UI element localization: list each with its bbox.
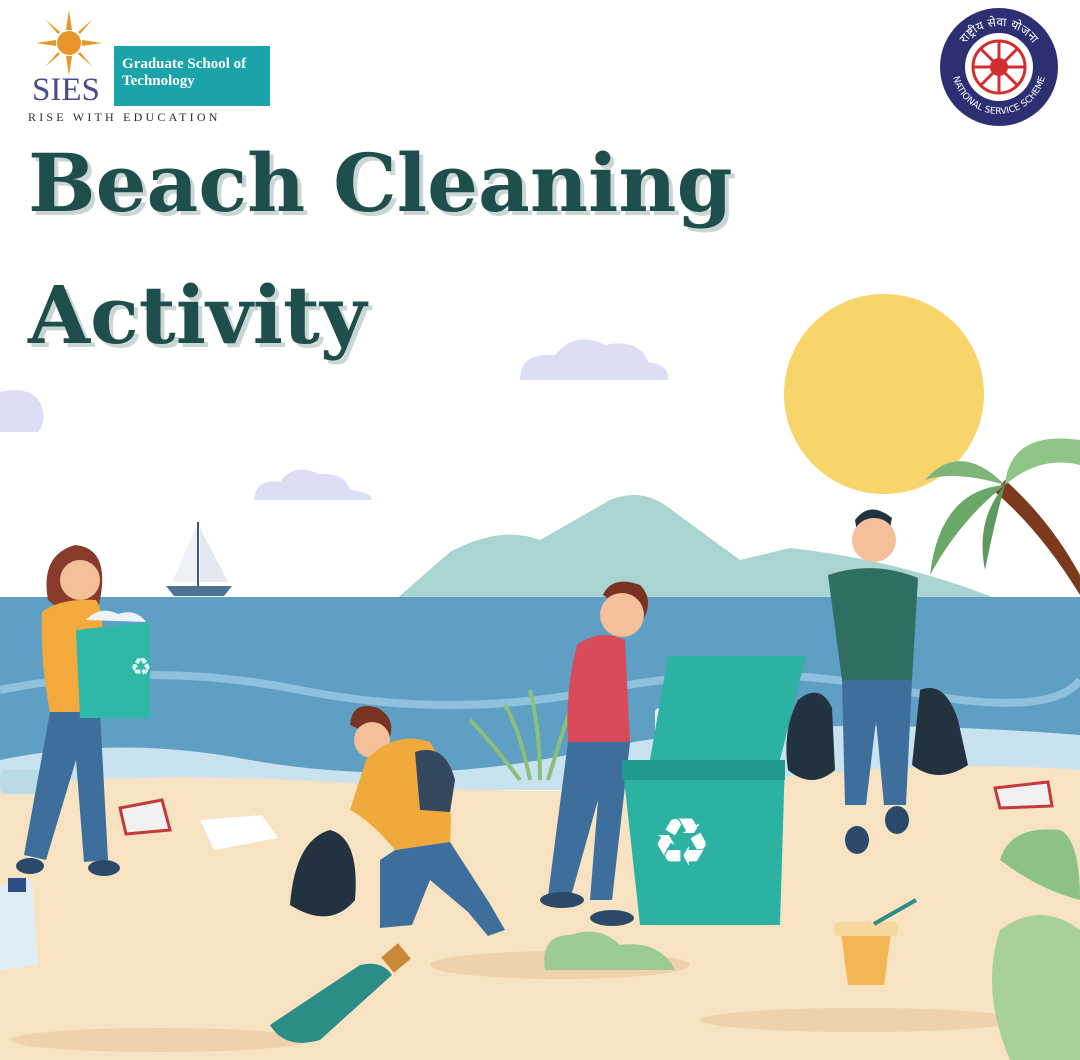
gst-line-1: Graduate School of <box>122 56 247 72</box>
nss-logo: राष्ट्रीय सेवा योजना NATIONAL SERVICE SC… <box>940 8 1058 126</box>
gst-label-box: Graduate School of Technology <box>114 46 270 106</box>
sies-logo: SIES Graduate School of Technology RISE … <box>28 8 278 126</box>
page-title-line-2: Activity <box>28 268 367 362</box>
sun-emblem-icon <box>36 10 102 76</box>
svg-text:♻: ♻ <box>130 653 152 681</box>
gst-line-2: Technology <box>122 73 195 89</box>
sies-wordmark: SIES <box>32 72 100 108</box>
sailboat-shape <box>166 522 232 596</box>
page-title-line-1: Beach Cleaning <box>28 136 733 230</box>
cloud-shapes <box>0 339 669 500</box>
svg-text:♻: ♻ <box>652 804 711 881</box>
tagline: RISE WITH EDUCATION <box>28 110 221 124</box>
